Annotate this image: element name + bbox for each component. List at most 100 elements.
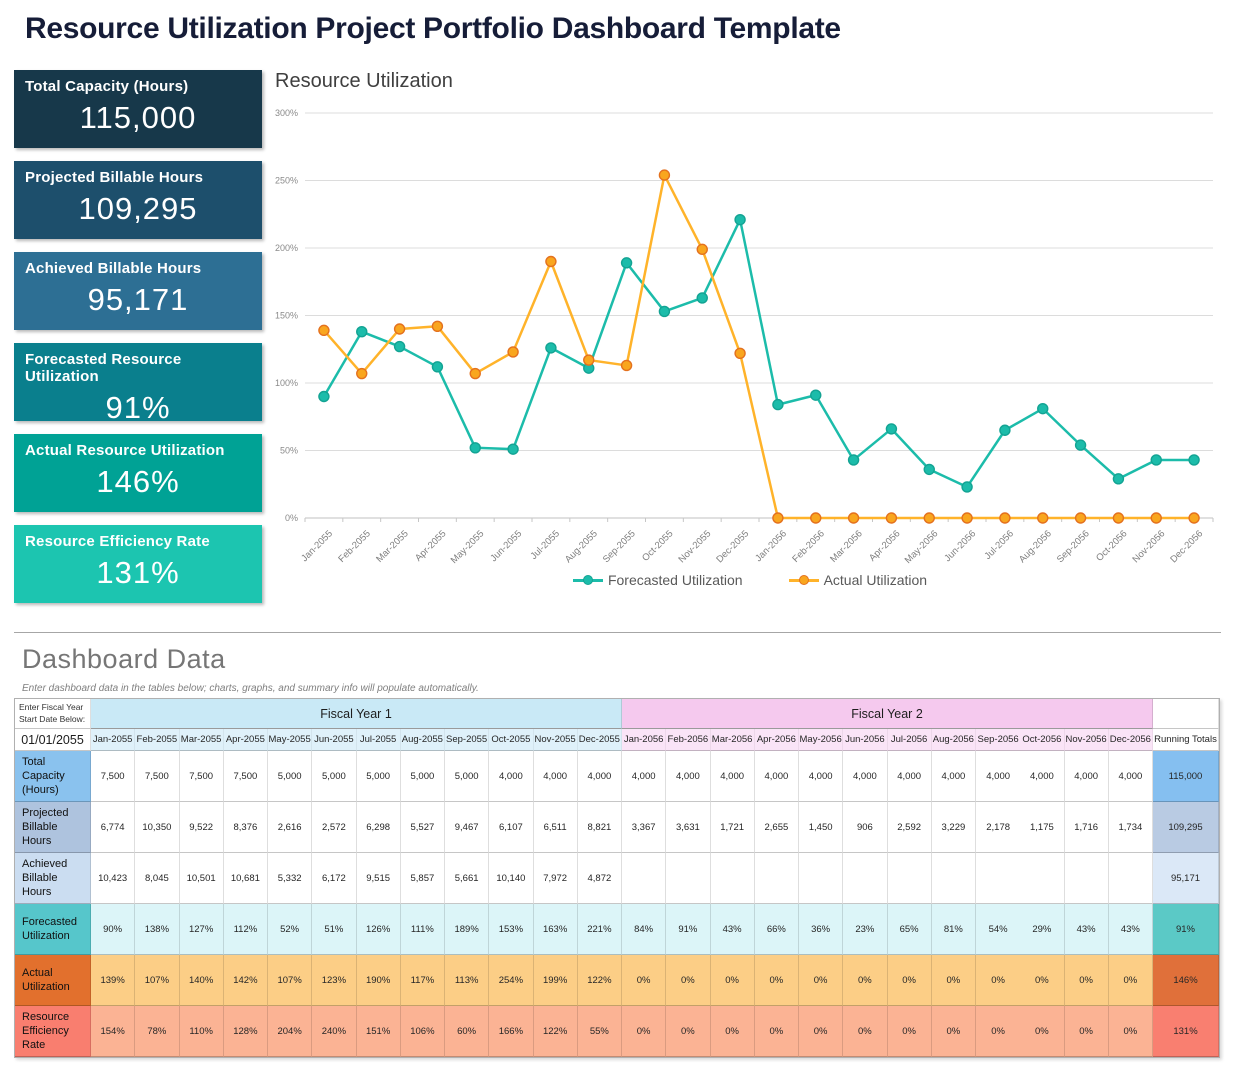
data-cell[interactable]: 81%	[932, 904, 976, 955]
data-cell[interactable]: 5,332	[268, 853, 312, 904]
data-cell[interactable]: 123%	[312, 955, 356, 1006]
data-cell[interactable]: 0%	[711, 955, 755, 1006]
data-cell[interactable]: 4,000	[578, 751, 622, 802]
data-cell[interactable]: 190%	[357, 955, 401, 1006]
data-cell[interactable]: 142%	[224, 955, 268, 1006]
data-cell[interactable]: 151%	[357, 1006, 401, 1057]
data-cell[interactable]	[976, 853, 1020, 904]
data-cell[interactable]: 0%	[932, 1006, 976, 1057]
data-cell[interactable]: 106%	[401, 1006, 445, 1057]
data-cell[interactable]: 0%	[1109, 955, 1153, 1006]
data-cell[interactable]: 7,972	[534, 853, 578, 904]
data-cell[interactable]: 254%	[489, 955, 533, 1006]
data-cell[interactable]	[843, 853, 887, 904]
data-cell[interactable]: 0%	[976, 1006, 1020, 1057]
data-cell[interactable]: 4,000	[799, 751, 843, 802]
data-cell[interactable]: 8,376	[224, 802, 268, 853]
data-cell[interactable]: 10,140	[489, 853, 533, 904]
data-cell[interactable]: 5,661	[445, 853, 489, 904]
data-cell[interactable]: 8,821	[578, 802, 622, 853]
data-cell[interactable]	[932, 853, 976, 904]
data-cell[interactable]: 2,655	[755, 802, 799, 853]
data-cell[interactable]: 4,000	[534, 751, 578, 802]
data-cell[interactable]: 4,000	[711, 751, 755, 802]
data-cell[interactable]: 6,298	[357, 802, 401, 853]
data-cell[interactable]	[711, 853, 755, 904]
data-cell[interactable]: 112%	[224, 904, 268, 955]
data-cell[interactable]: 5,000	[312, 751, 356, 802]
data-cell[interactable]: 0%	[1020, 1006, 1064, 1057]
data-cell[interactable]: 9,467	[445, 802, 489, 853]
data-cell[interactable]: 2,616	[268, 802, 312, 853]
data-cell[interactable]: 0%	[1065, 955, 1109, 1006]
data-cell[interactable]: 107%	[135, 955, 179, 1006]
data-cell[interactable]: 1,734	[1109, 802, 1153, 853]
data-cell[interactable]: 4,000	[1109, 751, 1153, 802]
data-cell[interactable]: 8,045	[135, 853, 179, 904]
data-cell[interactable]: 1,175	[1020, 802, 1064, 853]
data-cell[interactable]: 128%	[224, 1006, 268, 1057]
data-cell[interactable]	[1065, 853, 1109, 904]
data-cell[interactable]: 189%	[445, 904, 489, 955]
data-cell[interactable]: 3,229	[932, 802, 976, 853]
data-cell[interactable]: 0%	[888, 955, 932, 1006]
data-cell[interactable]: 52%	[268, 904, 312, 955]
data-cell[interactable]: 3,631	[666, 802, 710, 853]
data-cell[interactable]: 111%	[401, 904, 445, 955]
data-cell[interactable]: 1,716	[1065, 802, 1109, 853]
data-cell[interactable]: 43%	[1109, 904, 1153, 955]
data-cell[interactable]	[755, 853, 799, 904]
data-cell[interactable]: 1,721	[711, 802, 755, 853]
data-cell[interactable]: 163%	[534, 904, 578, 955]
data-cell[interactable]	[799, 853, 843, 904]
data-cell[interactable]: 0%	[666, 955, 710, 1006]
data-cell[interactable]: 23%	[843, 904, 887, 955]
data-cell[interactable]: 4,000	[888, 751, 932, 802]
data-cell[interactable]: 107%	[268, 955, 312, 1006]
data-cell[interactable]: 1,450	[799, 802, 843, 853]
data-cell[interactable]: 0%	[755, 955, 799, 1006]
data-cell[interactable]: 6,511	[534, 802, 578, 853]
data-cell[interactable]: 36%	[799, 904, 843, 955]
data-cell[interactable]: 240%	[312, 1006, 356, 1057]
data-cell[interactable]: 6,172	[312, 853, 356, 904]
data-cell[interactable]: 0%	[1020, 955, 1064, 1006]
data-cell[interactable]: 4,000	[666, 751, 710, 802]
data-cell[interactable]: 5,000	[445, 751, 489, 802]
data-cell[interactable]: 4,000	[932, 751, 976, 802]
data-cell[interactable]: 4,000	[1020, 751, 1064, 802]
data-cell[interactable]: 2,592	[888, 802, 932, 853]
data-cell[interactable]: 54%	[976, 904, 1020, 955]
data-cell[interactable]: 122%	[578, 955, 622, 1006]
data-cell[interactable]: 0%	[932, 955, 976, 1006]
data-cell[interactable]: 0%	[666, 1006, 710, 1057]
data-cell[interactable]	[1020, 853, 1064, 904]
data-cell[interactable]: 154%	[91, 1006, 135, 1057]
data-cell[interactable]: 5,000	[401, 751, 445, 802]
data-cell[interactable]: 10,423	[91, 853, 135, 904]
data-cell[interactable]: 43%	[711, 904, 755, 955]
data-cell[interactable]: 78%	[135, 1006, 179, 1057]
data-cell[interactable]: 7,500	[180, 751, 224, 802]
data-cell[interactable]: 113%	[445, 955, 489, 1006]
data-cell[interactable]: 9,522	[180, 802, 224, 853]
data-cell[interactable]: 43%	[1065, 904, 1109, 955]
data-cell[interactable]: 0%	[799, 955, 843, 1006]
data-cell[interactable]	[666, 853, 710, 904]
data-cell[interactable]: 166%	[489, 1006, 533, 1057]
data-cell[interactable]: 4,000	[976, 751, 1020, 802]
data-cell[interactable]: 7,500	[135, 751, 179, 802]
data-cell[interactable]: 906	[843, 802, 887, 853]
data-cell[interactable]: 139%	[91, 955, 135, 1006]
data-cell[interactable]: 0%	[711, 1006, 755, 1057]
data-cell[interactable]: 5,527	[401, 802, 445, 853]
data-cell[interactable]: 4,000	[622, 751, 666, 802]
data-cell[interactable]: 5,000	[268, 751, 312, 802]
data-cell[interactable]: 4,000	[1065, 751, 1109, 802]
data-cell[interactable]: 65%	[888, 904, 932, 955]
data-cell[interactable]: 140%	[180, 955, 224, 1006]
data-cell[interactable]: 0%	[755, 1006, 799, 1057]
data-cell[interactable]: 127%	[180, 904, 224, 955]
data-cell[interactable]: 60%	[445, 1006, 489, 1057]
data-cell[interactable]: 91%	[666, 904, 710, 955]
